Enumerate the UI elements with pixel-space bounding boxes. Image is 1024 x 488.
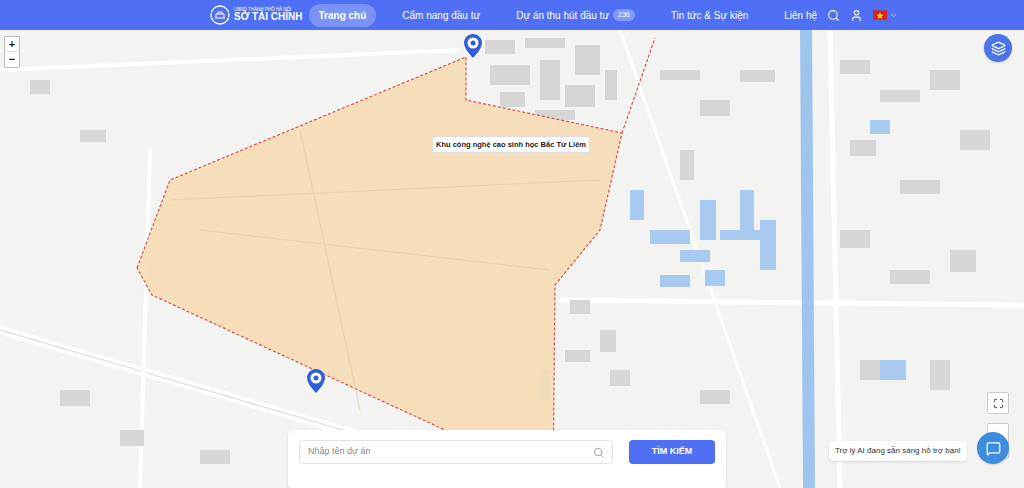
user-icon[interactable] — [850, 9, 863, 22]
region-label[interactable]: Khu công nghệ cao sinh học Bắc Từ Liêm — [432, 136, 590, 153]
chevron-down-icon[interactable] — [889, 11, 898, 20]
search-icon[interactable] — [827, 9, 840, 22]
zoom-control: +− — [4, 36, 20, 68]
nav-item[interactable]: Dự án thu hút đầu tư236 — [506, 4, 645, 27]
assistant-tooltip: Trợ lý AI đang sẵn sàng hỗ trợ bạn! — [829, 441, 967, 461]
map-pin-icon[interactable] — [307, 369, 325, 393]
emblem-icon — [210, 5, 230, 25]
zoom-button[interactable]: − — [5, 52, 19, 67]
search-panel: Nhập tên dự án TÌM KIẾM — [288, 430, 726, 488]
nav-item[interactable]: Tin tức & Sự kiện — [661, 4, 759, 27]
chat-button[interactable] — [977, 432, 1009, 464]
layers-button[interactable] — [984, 34, 1012, 62]
search-button[interactable]: TÌM KIẾM — [629, 440, 715, 464]
nav-item[interactable]: Liên hệ — [774, 4, 827, 27]
search-input[interactable]: Nhập tên dự án — [299, 440, 613, 464]
vietnam-flag-icon[interactable] — [873, 10, 887, 20]
main-nav: Trang chủ Cẩm nang đầu tư Dự án thu hút đầ… — [309, 4, 828, 27]
map-canvas-icon[interactable] — [0, 30, 1024, 488]
nav-item[interactable]: Cẩm nang đầu tư — [392, 4, 490, 27]
fullscreen-icon — [993, 398, 1004, 409]
nav-badge: 236 — [613, 9, 635, 22]
header: UBND THÀNH PHỐ HÀ NỘISỞ TÀI CHÍNH Trang c… — [0, 0, 1024, 30]
map-pin-icon[interactable] — [464, 34, 482, 58]
chat-icon — [986, 441, 1001, 456]
search-icon — [593, 447, 604, 458]
layers-icon — [991, 41, 1006, 56]
zoom-button[interactable]: + — [5, 37, 19, 52]
logo[interactable]: UBND THÀNH PHỐ HÀ NỘISỞ TÀI CHÍNH — [210, 5, 303, 25]
nav-item[interactable]: Trang chủ — [309, 4, 377, 27]
map[interactable]: +− Khu công nghệ cao sinh học Bắc Từ Liêm… — [0, 30, 1024, 488]
fullscreen-button[interactable] — [987, 392, 1009, 414]
app: UBND THÀNH PHỐ HÀ NỘISỞ TÀI CHÍNH Trang c… — [0, 0, 1024, 488]
